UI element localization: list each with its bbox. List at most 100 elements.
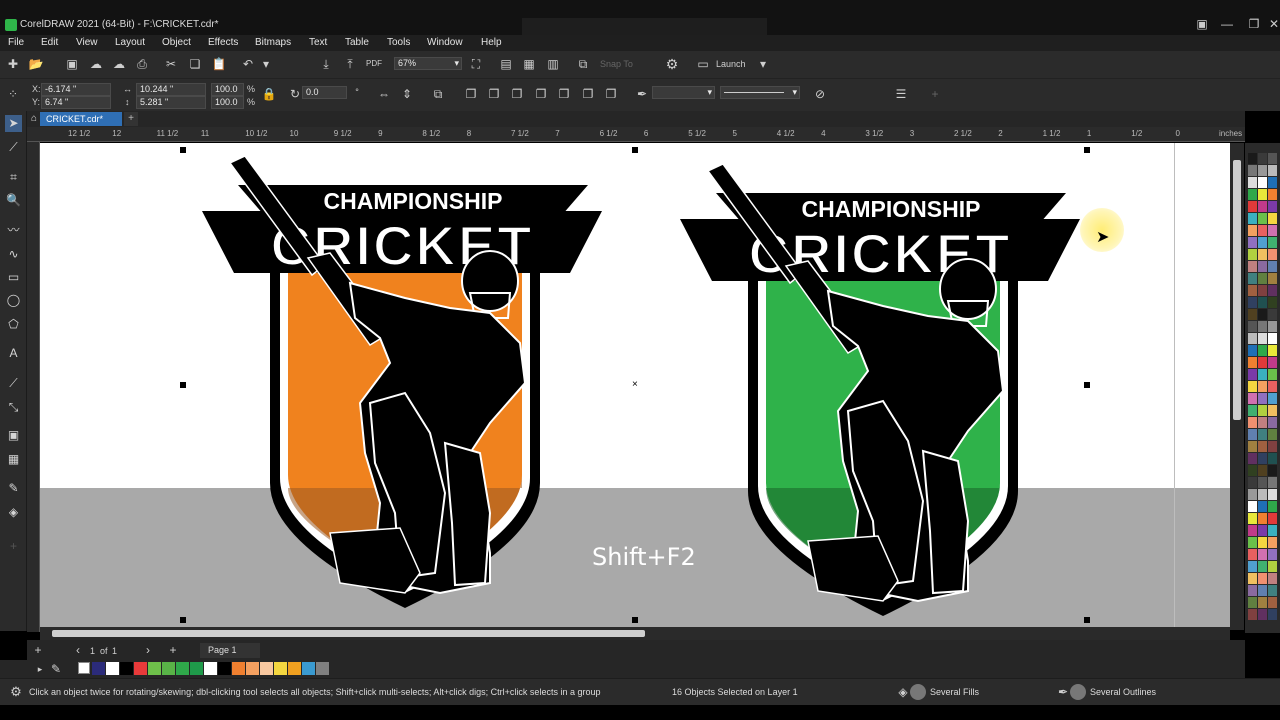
no-fill-swatch[interactable] <box>78 662 90 674</box>
palette-swatch[interactable] <box>1258 501 1267 512</box>
vertical-ruler[interactable] <box>27 142 40 632</box>
palette-swatch[interactable] <box>1258 273 1267 284</box>
add-page-after-icon[interactable]: + <box>165 642 181 658</box>
palette-swatch[interactable] <box>1248 237 1257 248</box>
color-swatch[interactable] <box>176 662 189 675</box>
color-swatch[interactable] <box>204 662 217 675</box>
drop-shadow-icon[interactable]: ▣ <box>5 427 22 444</box>
menu-file[interactable]: File <box>8 37 24 48</box>
y-position-field[interactable]: 6.74 " <box>41 96 111 109</box>
palette-swatch[interactable] <box>1248 261 1257 272</box>
mirror-vertical-icon[interactable]: ⇕ <box>399 86 415 102</box>
outline-swatch[interactable] <box>1070 684 1086 700</box>
pick-tool-icon[interactable]: ➤ <box>5 115 22 132</box>
color-swatch[interactable] <box>120 662 133 675</box>
palette-swatch[interactable] <box>1248 609 1257 620</box>
undo-dropdown-icon[interactable]: ▾ <box>258 56 274 72</box>
rotation-field[interactable]: 0.0 <box>302 86 347 99</box>
add-tool-icon[interactable]: + <box>5 538 22 555</box>
show-rulers-icon[interactable]: ▤ <box>498 56 514 72</box>
add-page-icon[interactable]: + <box>30 642 46 658</box>
palette-swatch[interactable] <box>1258 165 1267 176</box>
palette-swatch[interactable] <box>1248 297 1257 308</box>
vertical-scroll-thumb[interactable] <box>1233 160 1241 420</box>
palette-swatch[interactable] <box>1248 561 1257 572</box>
palette-swatch[interactable] <box>1258 285 1267 296</box>
palette-swatch[interactable] <box>1258 573 1267 584</box>
launch-button[interactable]: Launch <box>716 59 746 69</box>
palette-swatch[interactable] <box>1248 549 1257 560</box>
import-icon[interactable]: ⤓ <box>318 56 334 72</box>
palette-swatch[interactable] <box>1248 321 1257 332</box>
palette-swatch[interactable] <box>1258 549 1267 560</box>
color-swatch[interactable] <box>162 662 175 675</box>
drawing-canvas[interactable]: CHAMPIONSHIP CRICKET CHAMPIONSHIP CRICKE… <box>40 143 1230 630</box>
outline-width-select[interactable]: ▾ <box>652 86 715 99</box>
color-swatch[interactable] <box>106 662 119 675</box>
palette-swatch[interactable] <box>1268 417 1277 428</box>
palette-swatch[interactable] <box>1268 261 1277 272</box>
palette-swatch[interactable] <box>1258 525 1267 536</box>
menu-window[interactable]: Window <box>427 37 463 48</box>
palette-swatch[interactable] <box>1248 465 1257 476</box>
menu-object[interactable]: Object <box>162 37 191 48</box>
combine-icon[interactable]: ❐ <box>463 86 479 102</box>
palette-swatch[interactable] <box>1258 369 1267 380</box>
polygon-tool-icon[interactable]: ⬠ <box>5 316 22 333</box>
color-swatch[interactable] <box>190 662 203 675</box>
scale-x-field[interactable]: 100.0 <box>211 83 244 96</box>
palette-swatch[interactable] <box>1268 561 1277 572</box>
color-swatch[interactable] <box>218 662 231 675</box>
full-screen-icon[interactable]: ⛶ <box>468 56 484 72</box>
new-tab-button[interactable]: + <box>124 112 138 126</box>
pdf-icon[interactable]: PDF <box>366 56 382 72</box>
outline-pen-icon[interactable]: ✒ <box>1055 684 1071 700</box>
color-swatch[interactable] <box>134 662 147 675</box>
palette-swatch[interactable] <box>1258 297 1267 308</box>
palette-swatch[interactable] <box>1258 417 1267 428</box>
palette-swatch[interactable] <box>1258 609 1267 620</box>
text-tool-icon[interactable]: A <box>5 345 22 362</box>
palette-swatch[interactable] <box>1258 477 1267 488</box>
page-tab[interactable]: Page 1 <box>200 643 260 658</box>
green-logo[interactable]: CHAMPIONSHIP CRICKET <box>668 161 1088 630</box>
fill-indicator-icon[interactable]: ◈ <box>895 684 911 700</box>
cloud-download-icon[interactable]: ☁ <box>111 56 127 72</box>
palette-swatch[interactable] <box>1248 393 1257 404</box>
palette-swatch[interactable] <box>1248 513 1257 524</box>
crop-tool-icon[interactable]: ⌗ <box>5 169 22 186</box>
palette-swatch[interactable] <box>1248 597 1257 608</box>
zoom-level-select[interactable]: 67% ▾ <box>394 57 462 70</box>
selection-handle-tm[interactable] <box>632 147 638 153</box>
palette-swatch[interactable] <box>1268 189 1277 200</box>
palette-swatch[interactable] <box>1248 213 1257 224</box>
palette-swatch[interactable] <box>1258 237 1267 248</box>
close-button[interactable]: ✕ <box>1264 17 1280 31</box>
prev-page-icon[interactable]: ‹ <box>70 642 86 658</box>
palette-swatch[interactable] <box>1268 237 1277 248</box>
eyedropper-tool-icon[interactable]: ✎ <box>5 480 22 497</box>
palette-swatch[interactable] <box>1248 285 1257 296</box>
scale-y-field[interactable]: 100.0 <box>211 96 244 109</box>
palette-swatch[interactable] <box>1248 537 1257 548</box>
transparency-tool-icon[interactable]: ▦ <box>5 451 22 468</box>
selection-center-mark[interactable]: × <box>632 379 638 390</box>
weld-icon[interactable]: ❐ <box>486 86 502 102</box>
palette-swatch[interactable] <box>1258 537 1267 548</box>
x-position-field[interactable]: -6.174 " <box>41 83 111 96</box>
menu-bitmaps[interactable]: Bitmaps <box>255 37 291 48</box>
palette-swatch[interactable] <box>1258 309 1267 320</box>
palette-swatch[interactable] <box>1258 153 1267 164</box>
width-field[interactable]: 10.244 " <box>136 83 206 96</box>
mirror-horizontal-icon[interactable]: ⇔ <box>376 86 392 102</box>
show-grid-icon[interactable]: ▦ <box>521 56 537 72</box>
pen-outline-icon[interactable]: ✒ <box>634 86 650 102</box>
selection-handle-br[interactable] <box>1084 617 1090 623</box>
palette-swatch[interactable] <box>1268 573 1277 584</box>
minimize-button[interactable]: — <box>1217 17 1237 31</box>
open-icon[interactable]: 📂 <box>28 56 44 72</box>
palette-swatch[interactable] <box>1258 333 1267 344</box>
palette-swatch[interactable] <box>1248 489 1257 500</box>
palette-swatch[interactable] <box>1268 429 1277 440</box>
color-swatch[interactable] <box>316 662 329 675</box>
